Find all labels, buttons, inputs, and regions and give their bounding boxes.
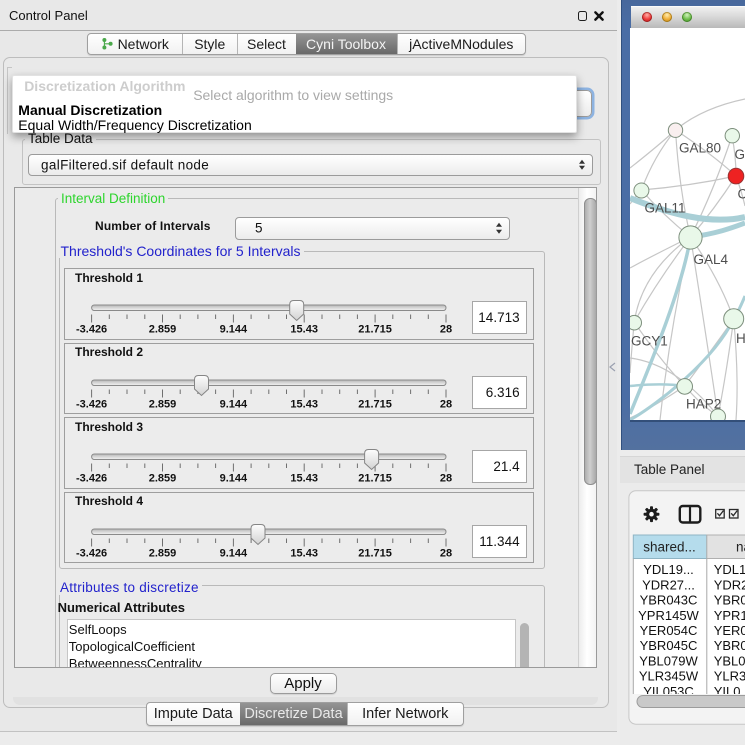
svg-text:YER054C: YER054C — [640, 623, 698, 638]
svg-text:GA: GA — [735, 147, 745, 162]
svg-text:2.859: 2.859 — [149, 324, 177, 336]
svg-text:-3.426: -3.426 — [76, 398, 107, 410]
svg-text:-3.426: -3.426 — [76, 324, 107, 336]
svg-text:15.43: 15.43 — [290, 547, 318, 559]
svg-text:-3.426: -3.426 — [76, 547, 107, 559]
svg-text:YBR0: YBR0 — [714, 638, 745, 653]
svg-text:21.715: 21.715 — [358, 324, 392, 336]
svg-text:YDR2: YDR2 — [714, 577, 745, 592]
svg-text:YBL0: YBL0 — [714, 653, 745, 668]
svg-text:YBR0: YBR0 — [714, 593, 745, 608]
svg-text:15.43: 15.43 — [290, 473, 318, 485]
svg-text:HI: HI — [736, 331, 745, 346]
svg-text:GAL80: GAL80 — [679, 140, 721, 155]
svg-text:21.715: 21.715 — [358, 473, 392, 485]
svg-text:YER0: YER0 — [714, 623, 745, 638]
svg-text:YPR1: YPR1 — [714, 608, 745, 623]
svg-text:9.144: 9.144 — [220, 324, 248, 336]
svg-text:28: 28 — [440, 398, 452, 410]
svg-text:HAP2: HAP2 — [686, 396, 721, 411]
svg-text:21.715: 21.715 — [358, 398, 392, 410]
svg-text:CY: CY — [738, 186, 745, 201]
svg-text:9.144: 9.144 — [220, 473, 248, 485]
svg-text:YDL19...: YDL19... — [643, 562, 694, 577]
svg-text:21.715: 21.715 — [358, 547, 392, 559]
svg-text:2.859: 2.859 — [149, 473, 177, 485]
svg-text:YBR043C: YBR043C — [640, 593, 698, 608]
svg-text:-3.426: -3.426 — [76, 473, 107, 485]
svg-text:na: na — [736, 540, 745, 555]
svg-text:YBR045C: YBR045C — [640, 638, 698, 653]
svg-text:9.144: 9.144 — [220, 547, 248, 559]
svg-text:2.859: 2.859 — [149, 398, 177, 410]
svg-text:2.859: 2.859 — [149, 547, 177, 559]
svg-text:GAL4: GAL4 — [694, 252, 729, 267]
svg-text:15.43: 15.43 — [290, 324, 318, 336]
svg-text:GCY1: GCY1 — [631, 333, 668, 348]
svg-text:YLR3: YLR3 — [714, 669, 745, 684]
svg-text:shared...: shared... — [643, 540, 696, 555]
svg-text:YBL079W: YBL079W — [639, 653, 698, 668]
svg-text:15.43: 15.43 — [290, 398, 318, 410]
svg-text:9.144: 9.144 — [220, 398, 248, 410]
svg-text:28: 28 — [440, 547, 452, 559]
svg-text:YPR145W: YPR145W — [638, 608, 699, 623]
svg-text:YLR345W: YLR345W — [639, 669, 699, 684]
svg-text:GAL11: GAL11 — [644, 200, 685, 215]
svg-text:YDL1: YDL1 — [714, 562, 745, 577]
svg-text:28: 28 — [440, 473, 452, 485]
svg-text:YDR27...: YDR27... — [642, 577, 695, 592]
svg-text:28: 28 — [440, 324, 452, 336]
